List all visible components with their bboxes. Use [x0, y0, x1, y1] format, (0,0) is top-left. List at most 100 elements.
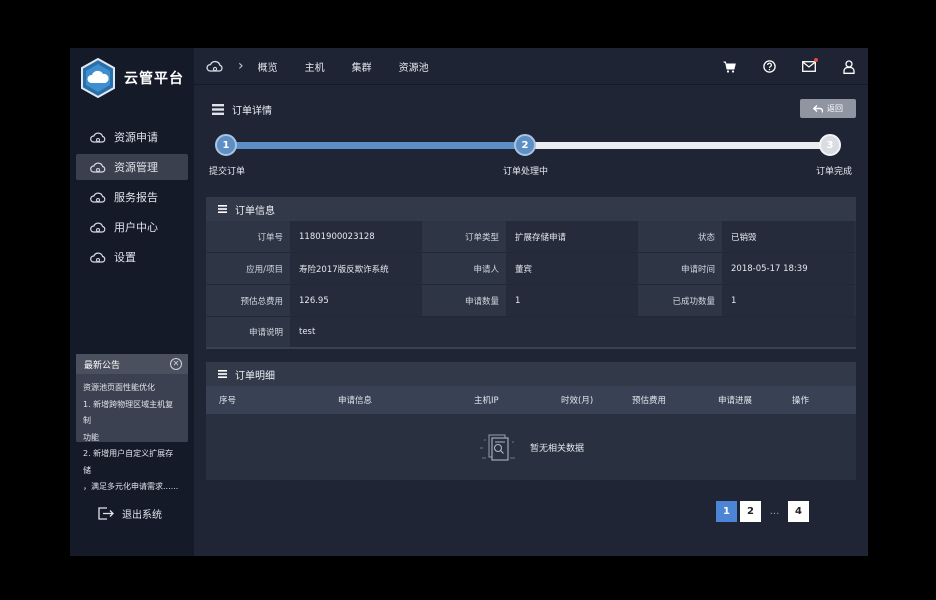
info-cell: 订单号 11801900023128: [206, 221, 422, 252]
help-icon: [762, 60, 776, 73]
info-value: 2018-05-17 18:39: [722, 253, 854, 284]
order-info-title: 订单信息: [235, 205, 275, 217]
sidebar: 云管平台 资源申请资源管理服务报告用户中心设置 最新公告 ✕ 资源池页面性能优化…: [70, 48, 194, 556]
order-detail-title: 订单明细: [235, 370, 275, 382]
sidebar-item-settings[interactable]: 设置: [76, 244, 188, 270]
mail-icon: [802, 61, 816, 72]
user-button[interactable]: [842, 59, 856, 74]
page-title: 订单详情: [212, 102, 272, 117]
info-value: 扩展存储申请: [506, 221, 638, 252]
notice-line: 2. 新增用户自定义扩展存储: [83, 449, 174, 475]
sidebar-item-service-report[interactable]: 服务报告: [76, 184, 188, 210]
column-header[interactable]: 主机IP: [474, 386, 499, 414]
cloud-home-icon: [206, 60, 223, 72]
tab-overview[interactable]: 概览: [258, 59, 278, 74]
cloud-icon: [90, 252, 106, 263]
cart-button[interactable]: [722, 60, 736, 74]
sidebar-item-resource-management[interactable]: 资源管理: [76, 154, 188, 180]
column-header[interactable]: 操作: [792, 386, 809, 414]
brand-title: 云管平台: [124, 71, 184, 87]
step-2-label: 订单处理中: [503, 167, 549, 177]
main-content: 订单详情 返回 1 2 3 提交订单 订单处理中 订单完成 订单信息 订单号 1…: [194, 85, 868, 556]
column-header[interactable]: 申请进展: [718, 386, 752, 414]
info-row: 应用/项目 寿险2017版反欺诈系统 申请人 董宾 申请时间 2018-05-17 18:…: [206, 253, 856, 285]
logout-button[interactable]: 退出系统: [98, 506, 162, 521]
column-header[interactable]: 序号: [219, 386, 236, 414]
top-bar: › 概览 主机 集群 资源池: [194, 48, 868, 85]
sidebar-item-label: 用户中心: [114, 221, 158, 234]
remark-row: 申请说明 test: [206, 317, 856, 349]
page-button[interactable]: 4: [788, 501, 809, 522]
brand[interactable]: 云管平台: [80, 58, 184, 98]
back-label: 返回: [827, 104, 843, 113]
sidebar-item-user-center[interactable]: 用户中心: [76, 214, 188, 240]
app-window: 云管平台 资源申请资源管理服务报告用户中心设置 最新公告 ✕ 资源池页面性能优化…: [70, 48, 868, 556]
info-label: 申请时间: [638, 253, 722, 284]
notice-line: 功能: [83, 432, 99, 442]
info-label: 申请说明: [206, 317, 290, 347]
info-label: 申请人: [422, 253, 506, 284]
cloud-logo-icon: [81, 58, 115, 98]
info-value: 1: [722, 285, 854, 316]
sidebar-item-label: 资源申请: [114, 131, 158, 144]
user-icon: [843, 59, 855, 74]
notice-body: 资源池页面性能优化 1. 新增跨物理区域主机复制 功能 2. 新增用户自定义扩展…: [76, 374, 188, 496]
info-cell: 已成功数量 1: [638, 285, 854, 316]
top-tabs: 概览 主机 集群 资源池: [258, 59, 456, 74]
list-icon: [218, 205, 227, 213]
empty-state: 暂无相关数据: [206, 414, 856, 480]
cloud-icon: [90, 162, 106, 173]
logout-label: 退出系统: [122, 510, 162, 521]
page-ellipsis: ...: [769, 506, 780, 517]
notice-header: 最新公告 ✕: [76, 354, 188, 374]
list-icon: [212, 104, 224, 115]
tab-hosts[interactable]: 主机: [305, 59, 325, 74]
tab-clusters[interactable]: 集群: [352, 59, 372, 74]
help-button[interactable]: [762, 60, 776, 74]
notification-dot: [814, 57, 818, 62]
info-label: 应用/项目: [206, 253, 290, 284]
page-button[interactable]: 2: [740, 501, 761, 522]
info-cell: 状态 已销毁: [638, 221, 854, 252]
info-cell: 申请说明 test: [206, 317, 856, 347]
notice-line: ，满足多元化申请需求......: [83, 482, 179, 491]
info-cell: 申请数量 1: [422, 285, 638, 316]
home-button[interactable]: [206, 59, 224, 73]
close-icon[interactable]: ✕: [170, 358, 182, 370]
info-label: 订单类型: [422, 221, 506, 252]
info-row: 订单号 11801900023128 订单类型 扩展存储申请 状态 已销毁: [206, 221, 856, 253]
back-button[interactable]: 返回: [800, 99, 856, 118]
order-detail-header: 订单明细: [206, 362, 856, 386]
step-progress: [226, 142, 531, 149]
sidebar-item-label: 资源管理: [114, 161, 158, 174]
info-value: test: [290, 317, 856, 347]
info-cell: 申请时间 2018-05-17 18:39: [638, 253, 854, 284]
tab-resource-pool[interactable]: 资源池: [399, 59, 429, 74]
info-value: 已销毁: [722, 221, 854, 252]
info-row: 预估总费用 126.95 申请数量 1 已成功数量 1: [206, 285, 856, 317]
column-header[interactable]: 时效(月): [561, 386, 593, 414]
order-detail-panel: 订单明细 序号 申请信息 主机IP 时效(月) 预估费用 申请进展 操作 暂无相…: [206, 362, 856, 480]
mail-button[interactable]: [802, 57, 818, 74]
sidebar-item-label: 服务报告: [114, 191, 158, 204]
page-button[interactable]: 1: [716, 501, 737, 522]
notice-line: 1. 新增跨物理区域主机复制: [83, 399, 174, 426]
sidebar-nav: 资源申请资源管理服务报告用户中心设置: [76, 124, 188, 274]
back-arrow-icon: [813, 104, 823, 112]
sidebar-item-resource-request[interactable]: 资源申请: [76, 124, 188, 150]
info-cell: 申请人 董宾: [422, 253, 638, 284]
info-value: 11801900023128: [290, 221, 422, 252]
step-2-dot: 2: [514, 134, 536, 156]
info-value: 126.95: [290, 285, 422, 316]
info-value: 1: [506, 285, 638, 316]
step-3-label: 订单完成: [816, 167, 853, 177]
info-label: 已成功数量: [638, 285, 722, 316]
notice-panel: 最新公告 ✕ 资源池页面性能优化 1. 新增跨物理区域主机复制 功能 2. 新增…: [76, 354, 188, 491]
sidebar-item-label: 设置: [114, 251, 136, 264]
order-steps: 1 2 3 提交订单 订单处理中 订单完成: [206, 134, 856, 180]
info-label: 预估总费用: [206, 285, 290, 316]
cloud-icon: [90, 192, 106, 203]
column-header[interactable]: 申请信息: [338, 386, 372, 414]
top-actions: [696, 48, 856, 85]
column-header[interactable]: 预估费用: [632, 386, 666, 414]
